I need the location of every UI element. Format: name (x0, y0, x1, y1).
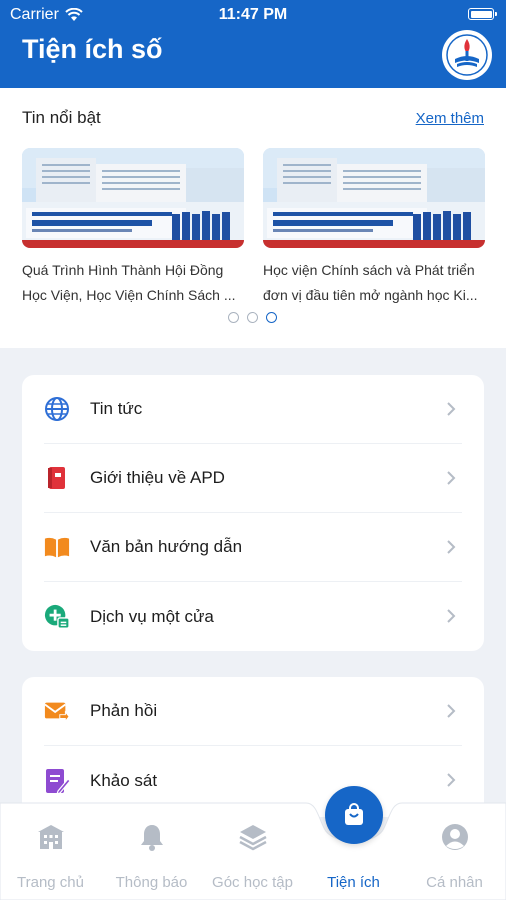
menu-item-label: Giới thiệu về APD (90, 468, 225, 487)
clock: 11:47 PM (218, 6, 288, 23)
apd-logo[interactable] (442, 30, 492, 80)
layers-icon (202, 820, 303, 854)
bag-icon (345, 803, 363, 825)
survey-edit-icon (44, 768, 70, 795)
bell-icon (101, 820, 202, 854)
tab-label: Góc học tập (212, 874, 293, 891)
pager-dot[interactable] (228, 312, 239, 323)
open-book-icon (44, 534, 70, 560)
flag-book-icon (44, 465, 70, 491)
menu-group-primary: Tin tức Giới thiệu về APD Văn bản hướng … (22, 375, 484, 651)
menu-item-news[interactable]: Tin tức (44, 375, 462, 444)
utilities-fab-button[interactable] (325, 786, 383, 844)
menu-item-label: Văn bản hướng dẫn (90, 537, 243, 556)
tab-label: Thông báo (115, 874, 188, 891)
news-thumbnail (22, 148, 244, 248)
news-card[interactable]: Học viện Chính sách và Phát triển đơn vị… (263, 148, 485, 308)
tab-home[interactable]: Trang chủ (0, 820, 101, 891)
news-caption-line: Quá Trình Hình Thành Hội Đồng (22, 262, 224, 278)
tab-label: Cá nhân (426, 874, 483, 891)
user-icon (404, 820, 505, 854)
chevron-right-icon (447, 609, 456, 623)
menu-item-label: Phản hồi (90, 701, 158, 720)
news-thumbnail (263, 148, 485, 248)
menu-item-one-stop-service[interactable]: Dịch vụ một cửa (44, 582, 462, 651)
page-title: Tiện ích số (22, 34, 163, 64)
bottom-tab-bar: Trang chủ Thông báo Góc học tập Tiện ích (0, 802, 506, 900)
carousel-pager (228, 312, 277, 323)
building-icon (0, 820, 101, 854)
news-caption: Học viện Chính sách và Phát triển đơn vị… (263, 258, 485, 308)
chevron-right-icon (447, 704, 456, 718)
chevron-right-icon (447, 402, 456, 416)
menu-item-label: Dịch vụ một cửa (90, 606, 214, 626)
menu-item-label: Tin tức (90, 399, 143, 418)
tab-label: Trang chủ (17, 874, 84, 891)
service-add-icon (44, 604, 70, 630)
pager-dot-active[interactable] (266, 312, 277, 323)
tab-profile[interactable]: Cá nhân (404, 820, 505, 891)
featured-news-section: Tin nổi bật Xem thêm Quá Trình Hình Thàn… (0, 88, 506, 348)
menu-item-about-apd[interactable]: Giới thiệu về APD (44, 444, 462, 513)
battery-icon (468, 8, 497, 20)
menu-item-label: Khảo sát (90, 770, 158, 790)
menu-item-feedback[interactable]: Phản hồi (44, 677, 462, 746)
news-caption-line: Học Viện, Học Viện Chính Sách ... (22, 287, 236, 303)
chevron-right-icon (447, 540, 456, 554)
menu-item-guidelines[interactable]: Văn bản hướng dẫn (44, 513, 462, 582)
news-caption-line: Học viện Chính sách và Phát triển (263, 262, 475, 278)
tab-label: Tiện ích (327, 874, 380, 891)
status-bar: Carrier 11:47 PM (0, 6, 506, 26)
tab-notifications[interactable]: Thông báo (101, 820, 202, 891)
news-card[interactable]: Quá Trình Hình Thành Hội Đồng Học Viện, … (22, 148, 244, 308)
menu-group-secondary: Phản hồi Khảo sát (22, 677, 484, 817)
see-more-link[interactable]: Xem thêm (416, 110, 484, 127)
section-title: Tin nổi bật (22, 108, 101, 127)
news-caption: Quá Trình Hình Thành Hội Đồng Học Viện, … (22, 258, 244, 308)
chevron-right-icon (447, 773, 456, 787)
app-header: Carrier 11:47 PM Tiện ích số (0, 0, 506, 88)
tab-study-corner[interactable]: Góc học tập (202, 820, 303, 891)
apd-emblem-icon (446, 34, 488, 76)
pager-dot[interactable] (247, 312, 258, 323)
chevron-right-icon (447, 471, 456, 485)
mail-forward-icon (44, 698, 70, 724)
globe-icon (44, 396, 70, 422)
news-caption-line: đơn vị đầu tiên mở ngành học Ki... (263, 287, 478, 303)
